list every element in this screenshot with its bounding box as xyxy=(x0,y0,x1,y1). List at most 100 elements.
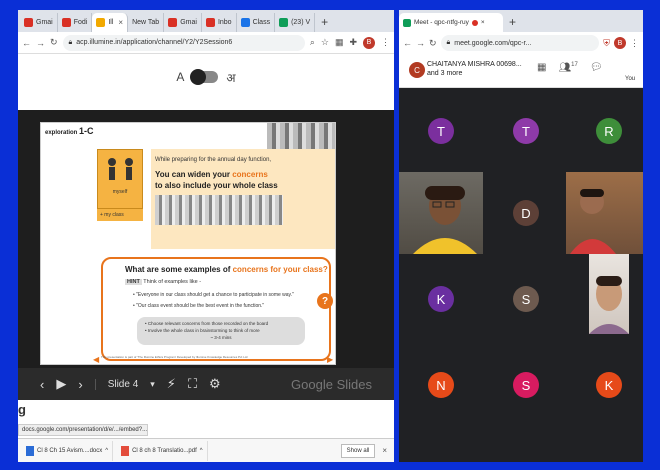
language-toggle[interactable] xyxy=(190,69,219,85)
prev-slide-icon[interactable]: ‹ xyxy=(40,377,44,392)
close-icon[interactable]: × xyxy=(481,19,485,26)
new-tab-button[interactable]: + xyxy=(315,13,334,32)
language-toggle-bar: A अ xyxy=(18,65,394,89)
laser-icon[interactable]: ⚡︎ xyxy=(167,376,176,392)
classroom-icon xyxy=(240,18,250,27)
dropdown-icon[interactable]: ▾ xyxy=(150,379,155,390)
myclass-label: + my class xyxy=(97,209,143,221)
tab-gmail-1[interactable]: Gmai xyxy=(20,13,58,32)
participant-tile-n[interactable]: N xyxy=(428,372,454,398)
chevron-up-icon[interactable]: ^ xyxy=(105,448,108,454)
grid-icon[interactable]: ▦ xyxy=(537,62,546,73)
participant-video-3[interactable] xyxy=(589,254,629,334)
participant-tile-s1[interactable]: S xyxy=(513,286,539,312)
presenter-avatar: C xyxy=(409,62,425,78)
meet-icon xyxy=(403,18,411,27)
download-name: Cl 8 ch 8 Translatio...pdf xyxy=(132,447,197,454)
recording-icon xyxy=(471,19,478,26)
browser-window-meet: Meet - qpc-ntfg-ruy × + ← → ↻ 🔒︎ meet.goo… xyxy=(399,10,643,462)
forward-icon[interactable]: → xyxy=(36,38,45,48)
tab-label: New Tab xyxy=(132,19,160,26)
close-icon[interactable]: × xyxy=(379,446,390,455)
puzzle-icon[interactable]: ✚ xyxy=(349,37,357,48)
people-icon[interactable]: 👥︎17 xyxy=(558,62,577,73)
shield-icon[interactable]: ⛨ xyxy=(603,38,610,49)
address-bar[interactable]: 🔒︎ acp.illumine.in/application/channel/Y2… xyxy=(62,34,305,51)
hint-line: HINT Think of examples like - xyxy=(125,279,202,285)
page-caption: g xyxy=(18,402,26,417)
browser-toolbar: ← → ↻ 🔒︎ acp.illumine.in/application/chan… xyxy=(18,32,394,54)
address-bar[interactable]: 🔒︎ meet.google.com/qpc-r... xyxy=(440,35,600,51)
participant-tile-r[interactable]: R xyxy=(596,118,622,144)
gmail-icon xyxy=(168,18,178,27)
gmail-icon xyxy=(61,18,71,27)
participant-tile-t2[interactable]: T xyxy=(513,118,539,144)
tab-inbox[interactable]: Inbo xyxy=(202,13,237,32)
download-item-pdf[interactable]: Cl 8 ch 8 Translatio...pdf ^ xyxy=(117,440,208,461)
lock-icon: 🔒︎ xyxy=(68,38,73,46)
tab-label: Ill xyxy=(108,19,114,26)
pdf-file-icon xyxy=(121,445,130,456)
tab-gmail-2[interactable]: Gmai xyxy=(164,13,202,32)
fullscreen-icon[interactable]: ⛶ xyxy=(188,376,197,392)
exploration-label: exploration 1-C xyxy=(45,126,94,136)
forward-icon[interactable]: → xyxy=(416,38,425,48)
slide-number[interactable]: Slide 4 xyxy=(94,378,138,390)
word-file-icon xyxy=(26,445,34,456)
play-icon[interactable]: ▶ xyxy=(56,376,66,392)
tab-fodi[interactable]: Fodi xyxy=(58,13,93,32)
tab-strip: Gmai Fodi Ill × New Tab Gmai Inbo Class (… xyxy=(18,10,394,32)
presenter-name: CHAITANYA MISHRA 00698... and 3 more xyxy=(427,61,522,77)
tab-whatsapp[interactable]: (23) V xyxy=(275,13,316,32)
settings-icon[interactable]: ⚙ xyxy=(209,376,221,392)
chevron-up-icon[interactable]: ^ xyxy=(200,448,203,454)
back-icon[interactable]: ← xyxy=(22,38,31,48)
chat-icon[interactable]: 💬︎ xyxy=(590,62,603,73)
star-icon[interactable]: ☆ xyxy=(321,37,329,48)
download-item-docx[interactable]: Cl 8 Ch 15 Avism....docx ^ xyxy=(22,440,114,461)
participant-tile-d[interactable]: D xyxy=(513,200,539,226)
participant-tile-k1[interactable]: K xyxy=(428,286,454,312)
status-bar-url: docs.google.com/presentation/d/e/.../emb… xyxy=(18,424,148,436)
prev-arrow-icon[interactable]: ◀ xyxy=(93,355,99,364)
google-slides-logo: Google Slides xyxy=(291,376,372,392)
reload-icon[interactable]: ↻ xyxy=(50,37,58,48)
instruction-box: • Choose relevant concerns from those re… xyxy=(137,317,305,345)
participant-tile-t1[interactable]: T xyxy=(428,118,454,144)
url-text: acp.illumine.in/application/channel/Y2/Y… xyxy=(76,39,233,46)
participant-tile-s2[interactable]: S xyxy=(513,372,539,398)
lock-icon: 🔒︎ xyxy=(446,39,451,46)
tab-illumine[interactable]: Ill × xyxy=(92,13,129,32)
next-arrow-icon[interactable]: ▶ xyxy=(327,355,333,364)
question-title: What are some examples of concerns for y… xyxy=(125,265,328,274)
tab-classroom[interactable]: Class xyxy=(237,13,276,32)
profile-avatar[interactable]: B xyxy=(363,36,375,49)
tab-new-tab[interactable]: New Tab xyxy=(128,13,165,32)
bullet-1: • "Everyone in our class should get a ch… xyxy=(133,292,294,298)
menu-icon[interactable]: ⋮ xyxy=(381,37,390,48)
close-icon[interactable]: × xyxy=(118,18,123,27)
extension-icon[interactable]: ▦ xyxy=(335,37,344,48)
tab-label: Gmai xyxy=(180,19,197,26)
participant-tile-k2[interactable]: K xyxy=(596,372,622,398)
back-icon[interactable]: ← xyxy=(403,38,412,48)
slides-controls: ‹ ▶ › Slide 4 ▾ ⚡︎ ⛶ ⚙ Google Slides xyxy=(18,368,394,400)
new-tab-button[interactable]: + xyxy=(503,13,522,32)
reload-icon[interactable]: ↻ xyxy=(429,38,437,49)
desktop-background: Gmai Fodi Ill × New Tab Gmai Inbo Class (… xyxy=(0,0,660,470)
zoom-icon[interactable]: ⌕ xyxy=(310,37,315,48)
next-slide-icon[interactable]: › xyxy=(78,377,82,392)
profile-avatar[interactable]: B xyxy=(614,37,626,49)
downloads-bar: Cl 8 Ch 15 Avism....docx ^ Cl 8 ch 8 Tran… xyxy=(18,438,394,462)
tab-label: (23) V xyxy=(291,19,311,26)
participant-video-1[interactable] xyxy=(399,172,483,254)
download-name: Cl 8 Ch 15 Avism....docx xyxy=(37,447,103,454)
person-avatar xyxy=(570,189,616,254)
menu-icon[interactable]: ⋮ xyxy=(630,38,639,49)
participant-video-2[interactable] xyxy=(566,172,643,254)
tab-meet[interactable]: Meet - qpc-ntfg-ruy × xyxy=(399,13,503,32)
slides-embed: exploration 1-C myself + my class While … xyxy=(18,110,394,400)
show-all-button[interactable]: Show all xyxy=(340,443,376,458)
participant-grid: T T R D K S N S K xyxy=(399,88,643,462)
english-label: A xyxy=(176,70,185,84)
